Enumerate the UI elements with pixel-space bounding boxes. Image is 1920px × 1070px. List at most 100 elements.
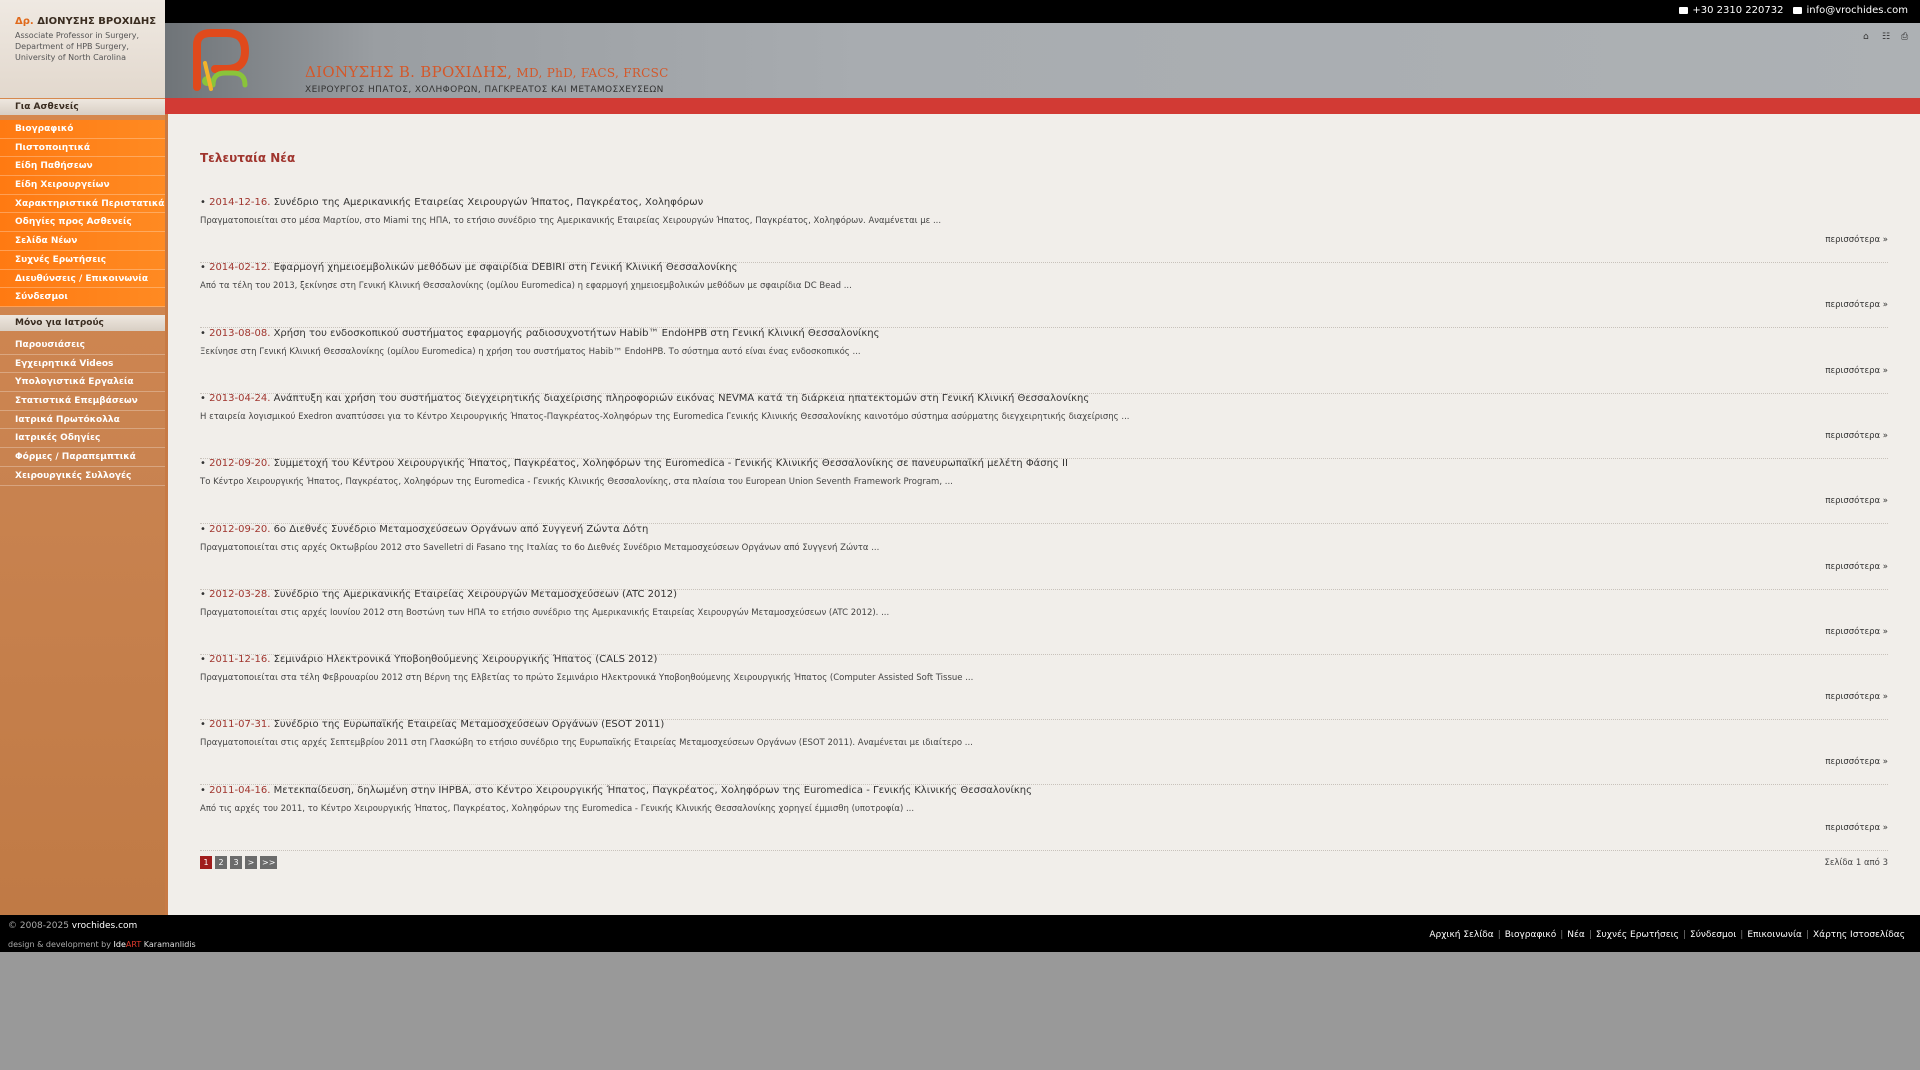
pager-button[interactable]: 1	[200, 856, 212, 869]
copyright-site[interactable]: vrochides.com	[72, 921, 138, 931]
news-title[interactable]: Σεμινάριο Ηλεκτρονικά Υποβοηθούμενης Χει…	[274, 654, 658, 665]
sidebar-item[interactable]: Πιστοποιητικά	[0, 139, 165, 158]
news-item: • 2013-04-24. Ανάπτυξη και χρήση του συσ…	[200, 393, 1888, 459]
news-headline[interactable]: • 2013-08-08. Χρήση του ενδοσκοπικού συσ…	[200, 328, 880, 339]
print-icon[interactable]: ⎙	[1901, 33, 1910, 42]
news-headline[interactable]: • 2011-04-16. Μετεκπαίδευση, δηλωμένη στ…	[200, 785, 1032, 796]
news-more-link[interactable]: περισσότερα »	[1825, 300, 1888, 310]
news-excerpt: Από τα τέλη του 2013, ξεκίνησε στη Γενικ…	[200, 281, 852, 292]
news-excerpt: Πραγματοποιείται στις αρχές Οκτωβρίου 20…	[200, 542, 880, 553]
news-headline[interactable]: • 2012-09-20. Συμμετοχή του Κέντρου Χειρ…	[200, 458, 1068, 469]
phone-icon	[1679, 7, 1689, 14]
footer-nav-link[interactable]: Επικοινωνία	[1747, 930, 1802, 940]
news-title[interactable]: Μετεκπαίδευση, δηλωμένη στην IHPBA, στο …	[274, 785, 1032, 796]
doctor-info: Associate Professor in Surgery, Departme…	[15, 30, 139, 63]
footer-nav-link[interactable]: Νέα	[1567, 930, 1585, 940]
credit-ide[interactable]: Ide	[114, 940, 126, 949]
news-more-link[interactable]: περισσότερα »	[1825, 757, 1888, 767]
news-excerpt: Πραγματοποιείται στις αρχές Ιουνίου 2012…	[200, 607, 890, 618]
footer-nav-link[interactable]: Χάρτης Ιστοσελίδας	[1813, 930, 1905, 940]
sidebar-item[interactable]: Φόρμες / Παραπεμπτικά	[0, 448, 165, 467]
credit-art[interactable]: ART	[126, 940, 141, 949]
footer-nav-link[interactable]: Αρχική Σελίδα	[1429, 930, 1493, 940]
sidebar-item[interactable]: Υπολογιστικά Εργαλεία	[0, 373, 165, 393]
pager-button[interactable]: >>	[260, 856, 278, 869]
sidebar-item[interactable]: Βιογραφικό	[0, 120, 165, 139]
footer-nav-separator: |	[1497, 930, 1501, 940]
news-item: • 2013-08-08. Χρήση του ενδοσκοπικού συσ…	[200, 328, 1888, 394]
credit-name[interactable]: Karamanlidis	[144, 940, 196, 949]
news-title[interactable]: Εφαρμογή χημειοεμβολικών μεθόδων με σφαι…	[274, 262, 738, 273]
news-more-link[interactable]: περισσότερα »	[1825, 562, 1888, 572]
news-headline[interactable]: • 2011-12-16. Σεμινάριο Ηλεκτρονικά Υποβ…	[200, 654, 657, 665]
header-red-strip	[165, 98, 1920, 114]
news-item: • 2014-12-16. Συνέδριο της Αμερικανικής …	[200, 197, 1888, 263]
pager-button[interactable]: 3	[230, 856, 242, 869]
sidebar-item[interactable]: Σύνδεσμοι	[0, 288, 165, 307]
sidebar-item[interactable]: Εγχειρητικά Videos	[0, 355, 165, 374]
doctor-card: Δρ. ΔΙΟΝΥΣΗΣ ΒΡΟΧΙΔΗΣ Associate Professo…	[0, 0, 165, 98]
email-contact[interactable]: info@vrochides.com	[1793, 5, 1908, 16]
news-title[interactable]: Ανάπτυξη και χρήση του συστήματος διεγχε…	[274, 393, 1090, 404]
footer-nav-separator: |	[1682, 930, 1687, 940]
news-title[interactable]: Συμμετοχή του Κέντρου Χειρουργικής Ήπατο…	[274, 458, 1068, 469]
credit-prefix: design & development by	[8, 940, 111, 949]
pager-button[interactable]: >	[245, 856, 257, 869]
copyright: © 2008-2025 vrochides.com	[8, 921, 137, 931]
home-icon[interactable]: ⌂	[1863, 33, 1872, 42]
doctor-prefix: Δρ.	[15, 16, 34, 27]
pager-button[interactable]: 2	[215, 856, 227, 869]
site-logo[interactable]	[183, 27, 251, 95]
footer-nav: Αρχική Σελίδα | Βιογραφικό | Νέα | Συχνές Ερωτ…	[1429, 930, 1905, 940]
news-headline[interactable]: • 2011-07-31. Συνέδριο της Ευρωπαϊκής Ετ…	[200, 719, 664, 730]
sidebar-item[interactable]: Ιατρικά Πρωτόκολλα	[0, 411, 165, 430]
sidebar-item[interactable]: Παρουσιάσεις	[0, 336, 165, 355]
site-footer: © 2008-2025 vrochides.com design & devel…	[0, 915, 1920, 952]
pagination: 1 2 3 > >>	[200, 856, 278, 869]
news-more-link[interactable]: περισσότερα »	[1825, 366, 1888, 376]
news-more-link[interactable]: περισσότερα »	[1825, 823, 1888, 833]
news-title[interactable]: 6ο Διεθνές Συνέδριο Μεταμοσχεύσεων Οργάν…	[274, 524, 649, 535]
sidebar-item[interactable]: Συχνές Ερωτήσεις	[0, 251, 165, 270]
news-more-link[interactable]: περισσότερα »	[1825, 431, 1888, 441]
sidebar: Δρ. ΔΙΟΝΥΣΗΣ ΒΡΟΧΙΔΗΣ Associate Professo…	[0, 0, 165, 915]
footer-nav-separator: |	[1588, 930, 1592, 940]
sidebar-item[interactable]: Σελίδα Νέων	[0, 232, 165, 251]
footer-nav-link[interactable]: Συχνές Ερωτήσεις	[1596, 930, 1679, 940]
email-link[interactable]: info@vrochides.com	[1806, 5, 1908, 16]
news-headline[interactable]: • 2014-12-16. Συνέδριο της Αμερικανικής …	[200, 197, 703, 208]
footer-nav-link[interactable]: Σύνδεσμοι	[1690, 930, 1736, 940]
news-more-link[interactable]: περισσότερα »	[1825, 627, 1888, 637]
news-title[interactable]: Συνέδριο της Αμερικανικής Εταιρείας Χειρ…	[274, 197, 704, 208]
news-item: • 2012-09-20. Συμμετοχή του Κέντρου Χειρ…	[200, 458, 1888, 525]
news-headline[interactable]: • 2012-03-28. Συνέδριο της Αμερικανικής …	[200, 589, 677, 600]
news-title[interactable]: Συνέδριο της Αμερικανικής Εταιρείας Χειρ…	[274, 589, 677, 600]
doctor-info-line: Department of HPB Surgery,	[15, 42, 129, 51]
page-count: Σελίδα 1 από 3	[1824, 858, 1888, 868]
news-excerpt: Πραγματοποιείται στις αρχές Σεπτεμβρίου …	[200, 738, 973, 749]
sidebar-item[interactable]: Οδηγίες προς Ασθενείς	[0, 213, 165, 233]
news-more-link[interactable]: περισσότερα »	[1825, 692, 1888, 702]
news-more-link[interactable]: περισσότερα »	[1825, 235, 1888, 245]
news-headline[interactable]: • 2013-04-24. Ανάπτυξη και χρήση του συσ…	[200, 393, 1089, 404]
sitemap-icon[interactable]: ☷	[1882, 33, 1891, 42]
news-date: 2014-02-12.	[209, 262, 271, 274]
news-excerpt: Από τις αρχές του 2011, το Κέντρο Χειρου…	[200, 803, 915, 814]
news-headline[interactable]: • 2014-02-12. Εφαρμογή χημειοεμβολικών μ…	[200, 262, 737, 273]
sidebar-item[interactable]: Είδη Παθήσεων	[0, 157, 165, 177]
sidebar-item[interactable]: Ιατρικές Οδηγίες	[0, 429, 165, 449]
mail-icon	[1793, 7, 1803, 14]
main-content: Τελευταία Νέα • 2014-12-16. Συνέδριο της…	[165, 114, 1920, 915]
site-title: ΔΙΟΝΥΣΗΣ Β. ΒΡΟΧΙΔΗΣ, MD, PhD, FACS, FRC…	[305, 63, 669, 81]
footer-nav-link[interactable]: Βιογραφικό	[1505, 930, 1557, 940]
sidebar-item[interactable]: Χαρακτηριστικά Περιστατικά	[0, 195, 165, 214]
sidebar-item[interactable]: Διευθύνσεις / Επικοινωνία	[0, 270, 165, 289]
news-more-link[interactable]: περισσότερα »	[1825, 496, 1888, 506]
news-title[interactable]: Χρήση του ενδοσκοπικού συστήματος εφαρμο…	[274, 328, 880, 339]
sidebar-item[interactable]: Στατιστικά Επεμβάσεων	[0, 392, 165, 411]
sidebar-item[interactable]: Είδη Χειρουργείων	[0, 176, 165, 195]
news-excerpt: Το Κέντρο Χειρουργικής Ήπατος, Παγκρέατο…	[200, 477, 953, 488]
news-headline[interactable]: • 2012-09-20. 6ο Διεθνές Συνέδριο Μεταμο…	[200, 524, 648, 535]
sidebar-item[interactable]: Χειρουργικές Συλλογές	[0, 467, 165, 486]
news-title[interactable]: Συνέδριο της Ευρωπαϊκής Εταιρείας Μεταμο…	[274, 719, 665, 730]
